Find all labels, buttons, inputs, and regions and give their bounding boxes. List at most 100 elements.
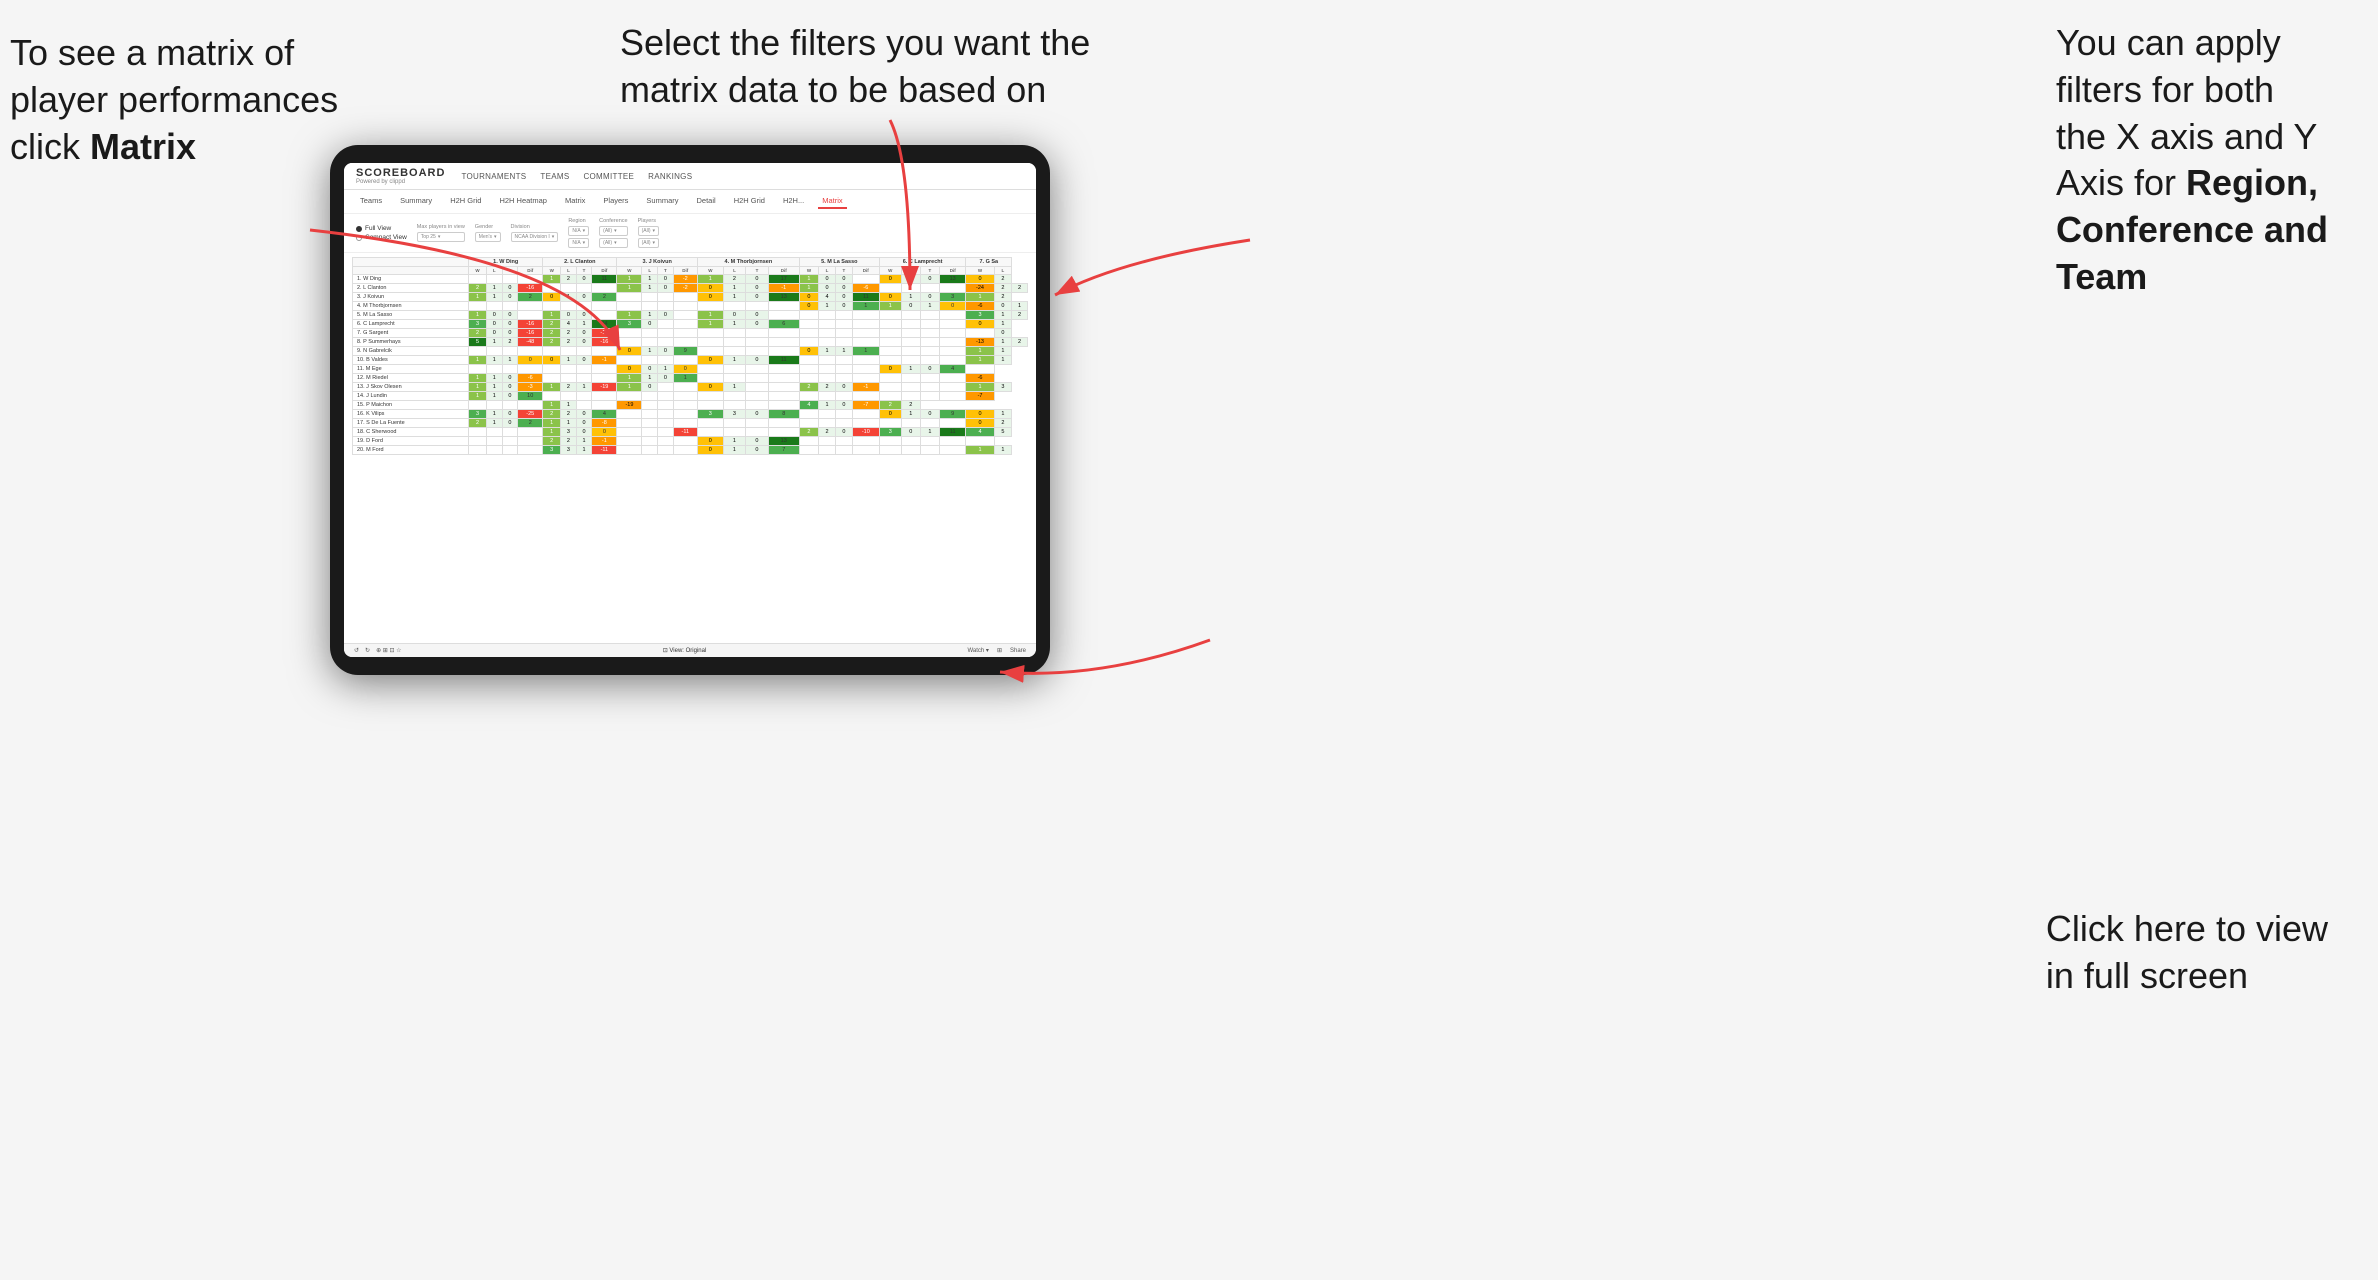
cell-19-23	[939, 446, 965, 455]
sub-nav-h2h-heatmap[interactable]: H2H Heatmap	[495, 194, 551, 209]
sub-nav-h2h-dots[interactable]: H2H...	[779, 194, 808, 209]
col-header-3: 3. J Koivun	[617, 258, 698, 267]
cell-13-2: 0	[502, 392, 518, 401]
cell-7-26: 2	[1012, 338, 1028, 347]
sub-nav-h2h-grid[interactable]: H2H Grid	[446, 194, 485, 209]
max-players-select[interactable]: Top 25 ▾	[417, 232, 465, 242]
cell-3-5	[561, 302, 577, 311]
cell-3-2	[502, 302, 518, 311]
cell-1-15: -1	[768, 284, 799, 293]
matrix-container[interactable]: 1. W Ding 2. L Clanton 3. J Koivun 4. M …	[344, 253, 1036, 643]
players-select2[interactable]: (All) ▾	[638, 238, 659, 248]
compact-view-radio[interactable]: Compact View	[356, 234, 407, 241]
cell-16-2: 0	[502, 419, 518, 428]
cell-7-9	[642, 338, 658, 347]
sub-nav-teams[interactable]: Teams	[356, 194, 386, 209]
cell-9-21	[901, 356, 920, 365]
players-select[interactable]: (All) ▾	[638, 226, 659, 236]
cell-11-13	[723, 374, 745, 383]
screen-button[interactable]: ⊞	[997, 647, 1002, 654]
nav-rankings[interactable]: RANKINGS	[648, 172, 692, 181]
cell-18-16	[799, 437, 818, 446]
cell-7-10	[658, 338, 674, 347]
conference-select[interactable]: (All) ▾	[599, 226, 627, 236]
cell-10-0	[469, 365, 487, 374]
toolbar-left: ↺ ↻ ⊕ ⊞ ⊡ ☆	[354, 647, 402, 654]
cell-18-2	[502, 437, 518, 446]
sub-nav-summary[interactable]: Summary	[396, 194, 436, 209]
watch-button[interactable]: Watch ▾	[967, 647, 988, 654]
cell-18-13: 1	[723, 437, 745, 446]
cell-2-3: 2	[518, 293, 543, 302]
sub-nav-detail[interactable]: Detail	[693, 194, 720, 209]
cell-13-5	[561, 392, 577, 401]
cell-13-23	[939, 392, 965, 401]
cell-2-2: 0	[502, 293, 518, 302]
cell-8-6	[576, 347, 592, 356]
cell-8-12	[697, 347, 723, 356]
cell-14-10	[658, 401, 674, 410]
cell-10-19	[852, 365, 879, 374]
cell-10-18	[835, 365, 852, 374]
view-original-button[interactable]: ⊡ View: Original	[663, 647, 707, 654]
cell-6-5: 2	[561, 329, 577, 338]
sub-nav-players[interactable]: Players	[599, 194, 632, 209]
cell-1-25: 2	[994, 284, 1012, 293]
cell-13-19	[852, 392, 879, 401]
cell-9-4: 0	[543, 356, 561, 365]
cell-12-25: 3	[994, 383, 1012, 392]
cell-6-21	[901, 329, 920, 338]
gender-select[interactable]: Men's ▾	[475, 232, 501, 242]
cell-12-12: 0	[697, 383, 723, 392]
cell-2-8	[617, 293, 642, 302]
cell-1-17: 0	[819, 284, 836, 293]
nav-tournaments[interactable]: TOURNAMENTS	[461, 172, 526, 181]
redo-button[interactable]: ↻	[365, 647, 370, 654]
cell-8-24: 1	[966, 347, 994, 356]
sub-nav-players-summary[interactable]: Summary	[642, 194, 682, 209]
cell-0-3	[518, 275, 543, 284]
share-button[interactable]: Share	[1010, 648, 1026, 654]
sub-nav-matrix-players[interactable]: Matrix	[561, 194, 589, 209]
nav-teams[interactable]: TEAMS	[540, 172, 569, 181]
cell-6-6: 0	[576, 329, 592, 338]
cell-1-12: 0	[697, 284, 723, 293]
nav-committee[interactable]: COMMITTEE	[583, 172, 634, 181]
cell-18-3	[518, 437, 543, 446]
compact-view-radio-dot	[356, 235, 362, 241]
cell-1-3: -16	[518, 284, 543, 293]
cell-19-12: 0	[697, 446, 723, 455]
cell-12-13: 1	[723, 383, 745, 392]
cell-18-20	[879, 437, 901, 446]
cell-3-4	[543, 302, 561, 311]
cell-17-11: -11	[673, 428, 697, 437]
sub-nav-h2h-grid2[interactable]: H2H Grid	[730, 194, 769, 209]
cell-1-18: 0	[835, 284, 852, 293]
region-select2[interactable]: N/A ▾	[568, 238, 589, 248]
cell-19-18	[835, 446, 852, 455]
cell-19-10	[658, 446, 674, 455]
cell-1-0: 2	[469, 284, 487, 293]
player-name-8: 9. N Gabrelcik	[353, 347, 469, 356]
cell-12-6: 1	[576, 383, 592, 392]
region-select[interactable]: N/A ▾	[568, 226, 589, 236]
cell-16-21	[901, 419, 920, 428]
filter-bar: Full View Compact View Max players in vi…	[344, 214, 1036, 253]
cell-16-11	[673, 419, 697, 428]
cell-16-9	[642, 419, 658, 428]
division-select[interactable]: NCAA Division I ▾	[511, 232, 559, 242]
full-view-radio[interactable]: Full View	[356, 225, 407, 232]
conference-value: (All)	[603, 228, 612, 234]
conference-select2[interactable]: (All) ▾	[599, 238, 627, 248]
cell-15-2: 0	[502, 410, 518, 419]
cell-2-16: 0	[799, 293, 818, 302]
cell-11-2: 0	[502, 374, 518, 383]
sub-nav-matrix-active[interactable]: Matrix	[818, 194, 846, 209]
undo-button[interactable]: ↺	[354, 647, 359, 654]
cell-6-14	[746, 329, 768, 338]
cell-3-0	[469, 302, 487, 311]
cell-17-23: 11	[939, 428, 965, 437]
cell-12-20	[879, 383, 901, 392]
cell-2-25: 2	[994, 293, 1012, 302]
cell-9-10	[658, 356, 674, 365]
